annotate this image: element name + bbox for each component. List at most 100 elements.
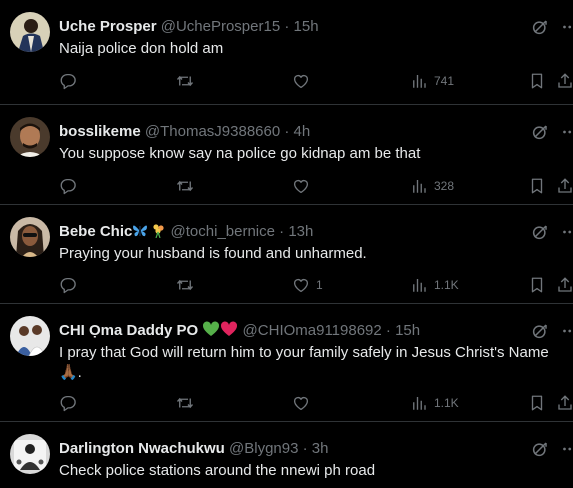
bookmark-button[interactable] <box>528 393 546 413</box>
more-icon[interactable] <box>559 123 573 141</box>
reply-feed: Uche Prosper @UcheProsper15 · 15h Naija … <box>0 0 573 488</box>
author-handle[interactable]: @tochi_bernice <box>171 223 275 240</box>
tweet-text: Check police stations around the nnewi p… <box>59 462 376 479</box>
more-icon[interactable] <box>559 322 573 340</box>
view-count: 1.1K <box>434 278 459 292</box>
retweet-icon <box>176 177 194 195</box>
retweet-button[interactable] <box>176 71 194 91</box>
view-count: 1.1K <box>434 396 459 410</box>
author-name[interactable]: bosslikeme <box>59 123 141 140</box>
views-button[interactable]: 328 <box>410 176 454 196</box>
views-button[interactable]: 1.1K <box>410 275 459 295</box>
avatar[interactable] <box>10 12 50 52</box>
bookmark-button[interactable] <box>528 71 546 91</box>
tweet-actions: 1.1K <box>0 393 573 413</box>
tweet-header: Darlington Nwachukwu @Blygn93 · 3h <box>59 439 513 459</box>
bookmark-icon <box>528 72 546 90</box>
reply-button[interactable] <box>59 393 77 413</box>
reply-icon <box>59 276 77 294</box>
reply-icon <box>59 177 77 195</box>
author-name[interactable]: Uche Prosper <box>59 18 157 35</box>
share-button[interactable] <box>556 71 573 91</box>
share-icon <box>556 394 573 412</box>
tweet-text: You suppose know say na police go kidnap… <box>59 145 421 162</box>
more-icon[interactable] <box>559 223 573 241</box>
avatar[interactable] <box>10 217 50 257</box>
timestamp[interactable]: 3h <box>312 440 329 457</box>
reply-icon <box>59 394 77 412</box>
retweet-icon <box>176 394 194 412</box>
tweet-text: Naija police don hold am <box>59 40 224 57</box>
tweet[interactable]: Bebe Chic @tochi_bernice · 13h Praying y… <box>0 205 573 304</box>
like-count: 1 <box>316 278 323 292</box>
reply-button[interactable] <box>59 275 77 295</box>
timestamp[interactable]: 15h <box>294 18 319 35</box>
like-button[interactable] <box>292 71 316 91</box>
bookmark-icon <box>528 177 546 195</box>
retweet-button[interactable] <box>176 275 194 295</box>
timestamp[interactable]: 13h <box>288 223 313 240</box>
hearts-emoji-icon <box>203 321 238 336</box>
views-button[interactable]: 741 <box>410 71 454 91</box>
author-name[interactable]: CHI Ọma Daddy PO <box>59 322 198 339</box>
separator-dot: · <box>284 18 290 35</box>
separator-dot: · <box>385 322 391 339</box>
bookmark-button[interactable] <box>528 176 546 196</box>
views-chart-icon <box>410 177 428 195</box>
author-handle[interactable]: @Blygn93 <box>229 440 298 457</box>
grok-icon[interactable] <box>531 322 549 340</box>
heart-icon <box>292 394 310 412</box>
avatar[interactable] <box>10 434 50 474</box>
tweet-header: bosslikeme @ThomasJ9388660 · 4h <box>59 122 513 142</box>
tweet-header: Uche Prosper @UcheProsper15 · 15h <box>59 17 513 37</box>
reply-button[interactable] <box>59 71 77 91</box>
bookmark-icon <box>528 276 546 294</box>
avatar[interactable] <box>10 316 50 356</box>
like-button[interactable]: 1 <box>292 275 323 295</box>
timestamp[interactable]: 4h <box>294 123 311 140</box>
views-chart-icon <box>410 394 428 412</box>
tweet-actions: 741 <box>0 71 573 91</box>
share-button[interactable] <box>556 275 573 295</box>
bookmark-icon <box>528 394 546 412</box>
grok-icon[interactable] <box>531 18 549 36</box>
author-handle[interactable]: @UcheProsper15 <box>161 18 280 35</box>
heart-icon <box>292 177 310 195</box>
timestamp[interactable]: 15h <box>395 322 420 339</box>
separator-dot: · <box>284 123 290 140</box>
tweet[interactable]: Uche Prosper @UcheProsper15 · 15h Naija … <box>0 0 573 105</box>
tweet-header: CHI Ọma Daddy PO @CHIOma91198692 · 15h <box>59 321 513 341</box>
bookmark-button[interactable] <box>528 275 546 295</box>
views-chart-icon <box>410 72 428 90</box>
tweet[interactable]: CHI Ọma Daddy PO @CHIOma91198692 · 15h I… <box>0 304 573 422</box>
separator-dot: · <box>279 223 285 240</box>
author-name[interactable]: Bebe Chic <box>59 223 132 240</box>
author-handle[interactable]: @ThomasJ9388660 <box>145 123 280 140</box>
reply-icon <box>59 72 77 90</box>
butterfly-flower-emoji-icon <box>133 224 164 238</box>
author-handle[interactable]: @CHIOma91198692 <box>243 322 382 339</box>
tweet-header: Bebe Chic @tochi_bernice · 13h <box>59 222 513 242</box>
retweet-button[interactable] <box>176 393 194 413</box>
share-button[interactable] <box>556 393 573 413</box>
share-icon <box>556 72 573 90</box>
view-count: 328 <box>434 179 455 193</box>
retweet-button[interactable] <box>176 176 194 196</box>
author-name[interactable]: Darlington Nwachukwu <box>59 440 225 457</box>
like-button[interactable] <box>292 393 316 413</box>
grok-icon[interactable] <box>531 440 549 458</box>
tweet[interactable]: Darlington Nwachukwu @Blygn93 · 3h Check… <box>0 422 573 488</box>
more-icon[interactable] <box>559 18 573 36</box>
share-button[interactable] <box>556 176 573 196</box>
tweet[interactable]: bosslikeme @ThomasJ9388660 · 4h You supp… <box>0 105 573 205</box>
like-button[interactable] <box>292 176 316 196</box>
heart-icon <box>292 72 310 90</box>
reply-button[interactable] <box>59 176 77 196</box>
grok-icon[interactable] <box>531 223 549 241</box>
grok-icon[interactable] <box>531 123 549 141</box>
tweet-actions: 328 <box>0 176 573 196</box>
more-icon[interactable] <box>559 440 573 458</box>
views-button[interactable]: 1.1K <box>410 393 459 413</box>
tweet-text: Praying your husband is found and unharm… <box>59 245 367 262</box>
avatar[interactable] <box>10 117 50 157</box>
